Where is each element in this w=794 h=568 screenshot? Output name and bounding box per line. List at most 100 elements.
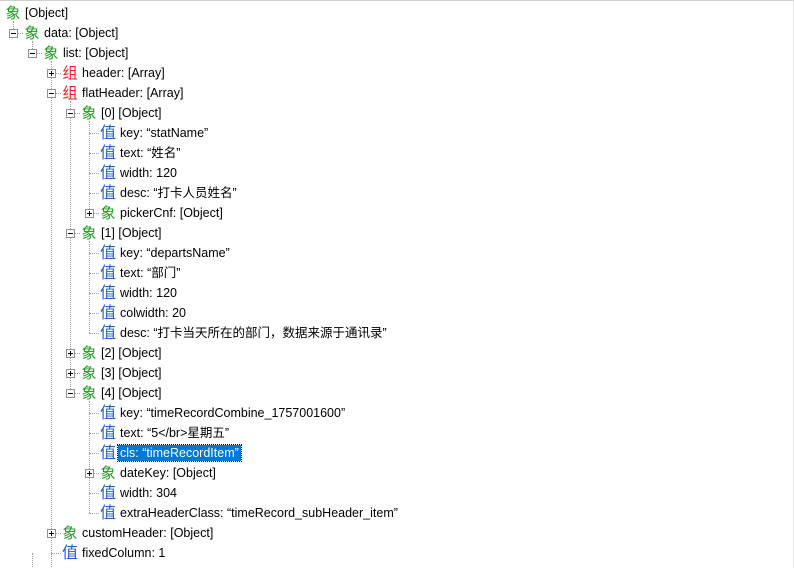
tree-connector-stub [89, 333, 99, 334]
object-icon: 象 [5, 4, 21, 22]
value-icon: 值 [99, 443, 116, 462]
value-icon: 值 [99, 403, 116, 422]
expand-icon[interactable] [47, 69, 56, 78]
value-icon: 值 [99, 423, 116, 442]
json-tree-view[interactable]: 象 [Object] 象 data: [Object] 象 list: [Object] 组… [0, 0, 794, 568]
expand-icon[interactable] [47, 529, 56, 538]
tree-connector-stub [89, 273, 99, 274]
tree-node[interactable]: 象 data: [Object] [23, 23, 120, 43]
value-icon: 值 [99, 163, 116, 182]
tree-node[interactable]: 组 flatHeader: [Array] [61, 83, 185, 103]
tree-node-label[interactable]: width: 120 [118, 165, 179, 181]
tree-node[interactable]: 象 [4] [Object] [80, 383, 163, 403]
value-icon: 值 [99, 123, 116, 142]
tree-node[interactable]: 值 width: 304 [99, 483, 179, 503]
tree-node[interactable]: 值 extraHeaderClass: “timeRecord_subHeader… [99, 503, 400, 523]
collapse-icon[interactable] [66, 109, 75, 118]
expand-icon[interactable] [66, 369, 75, 378]
tree-connector-stub [89, 293, 99, 294]
tree-node-label[interactable]: desc: “打卡人员姓名” [118, 185, 239, 201]
collapse-icon[interactable] [66, 389, 75, 398]
tree-node[interactable]: 值 text: “姓名” [99, 143, 182, 163]
tree-connector-stub [89, 453, 99, 454]
tree-node-label[interactable]: width: 304 [118, 485, 179, 501]
tree-node[interactable]: 象 [2] [Object] [80, 343, 163, 363]
collapse-icon[interactable] [66, 229, 75, 238]
tree-node[interactable]: 象 [3] [Object] [80, 363, 163, 383]
tree-node[interactable]: 值 cls: “timeRecordItem” [99, 443, 242, 463]
tree-node[interactable]: 值 width: 120 [99, 283, 179, 303]
tree-node-label[interactable]: header: [Array] [80, 65, 167, 81]
collapse-icon[interactable] [28, 49, 37, 58]
tree-node[interactable]: 象 [Object] [4, 3, 70, 23]
tree-node-label[interactable]: text: “5</br>星期五” [118, 425, 231, 441]
expand-icon[interactable] [85, 209, 94, 218]
tree-node-label[interactable]: extraHeaderClass: “timeRecord_subHeader_… [118, 505, 400, 521]
tree-connector-stub [89, 173, 99, 174]
object-icon: 象 [62, 524, 78, 542]
tree-node-label[interactable]: list: [Object] [61, 45, 130, 61]
expand-icon[interactable] [85, 469, 94, 478]
tree-node[interactable]: 象 [1] [Object] [80, 223, 163, 243]
tree-container: 象 [Object] 象 data: [Object] 象 list: [Object] 组… [0, 1, 793, 568]
object-icon: 象 [43, 44, 59, 62]
tree-connector-line [89, 241, 90, 333]
tree-node[interactable]: 值 key: “departsName” [99, 243, 232, 263]
tree-node[interactable]: 值 desc: “打卡当天所在的部门，数据来源于通讯录” [99, 323, 389, 343]
tree-node[interactable]: 值 desc: “打卡人员姓名” [99, 183, 239, 203]
tree-node-label[interactable]: flatHeader: [Array] [80, 85, 185, 101]
tree-node-label[interactable]: key: “statName” [118, 125, 210, 141]
tree-node-label[interactable]: data: [Object] [42, 25, 120, 41]
tree-connector-line [51, 61, 52, 553]
tree-node-label[interactable]: key: “departsName” [118, 245, 232, 261]
tree-node-label[interactable]: [3] [Object] [99, 365, 163, 381]
tree-node-label-selected[interactable]: cls: “timeRecordItem” [117, 444, 242, 462]
tree-connector-stub [89, 313, 99, 314]
tree-node-label[interactable]: customHeader: [Object] [80, 525, 215, 541]
tree-connector-line [51, 553, 52, 568]
value-icon: 值 [99, 503, 116, 522]
tree-node[interactable]: 值 key: “statName” [99, 123, 210, 143]
value-icon: 值 [99, 243, 116, 262]
tree-node[interactable]: 值 text: “5</br>星期五” [99, 423, 231, 443]
tree-node[interactable]: 象 [0] [Object] [80, 103, 163, 123]
expand-icon[interactable] [66, 349, 75, 358]
tree-node[interactable]: 象 pickerCnf: [Object] [99, 203, 225, 223]
tree-node-label[interactable]: [4] [Object] [99, 385, 163, 401]
value-icon: 值 [99, 183, 116, 202]
object-icon: 象 [81, 224, 97, 242]
tree-node-label[interactable]: [1] [Object] [99, 225, 163, 241]
tree-connector-stub [89, 253, 99, 254]
tree-node[interactable]: 象 customHeader: [Object] [61, 523, 215, 543]
object-icon: 象 [81, 364, 97, 382]
tree-node-label[interactable]: [2] [Object] [99, 345, 163, 361]
tree-node-label[interactable]: key: “timeRecordCombine_1757001600” [118, 405, 347, 421]
tree-node[interactable]: 值 fixedColumn: 1 [61, 543, 167, 563]
tree-node[interactable]: 组 header: [Array] [61, 63, 167, 83]
object-icon: 象 [100, 464, 116, 482]
tree-node-label[interactable]: colwidth: 20 [118, 305, 188, 321]
array-icon: 组 [62, 64, 78, 82]
tree-node[interactable]: 值 width: 120 [99, 163, 179, 183]
tree-node-label[interactable]: text: “部门” [118, 265, 182, 281]
tree-node-label[interactable]: dateKey: [Object] [118, 465, 218, 481]
tree-node[interactable]: 值 text: “部门” [99, 263, 182, 283]
collapse-icon[interactable] [47, 89, 56, 98]
value-icon: 值 [99, 303, 116, 322]
tree-connector-stub [89, 413, 99, 414]
tree-node-label[interactable]: desc: “打卡当天所在的部门，数据来源于通讯录” [118, 325, 389, 341]
tree-node-label[interactable]: text: “姓名” [118, 145, 182, 161]
tree-node-label[interactable]: width: 120 [118, 285, 179, 301]
tree-node-label[interactable]: [0] [Object] [99, 105, 163, 121]
tree-node-label[interactable]: pickerCnf: [Object] [118, 205, 225, 221]
tree-node[interactable]: 象 dateKey: [Object] [99, 463, 218, 483]
tree-node[interactable]: 值 colwidth: 20 [99, 303, 188, 323]
tree-connector-stub [51, 553, 61, 554]
collapse-icon[interactable] [9, 29, 18, 38]
tree-node-label[interactable]: [Object] [23, 5, 70, 21]
tree-node-label[interactable]: fixedColumn: 1 [80, 545, 167, 561]
object-icon: 象 [81, 104, 97, 122]
tree-node[interactable]: 象 list: [Object] [42, 43, 130, 63]
tree-node[interactable]: 值 key: “timeRecordCombine_1757001600” [99, 403, 347, 423]
object-icon: 象 [100, 204, 116, 222]
